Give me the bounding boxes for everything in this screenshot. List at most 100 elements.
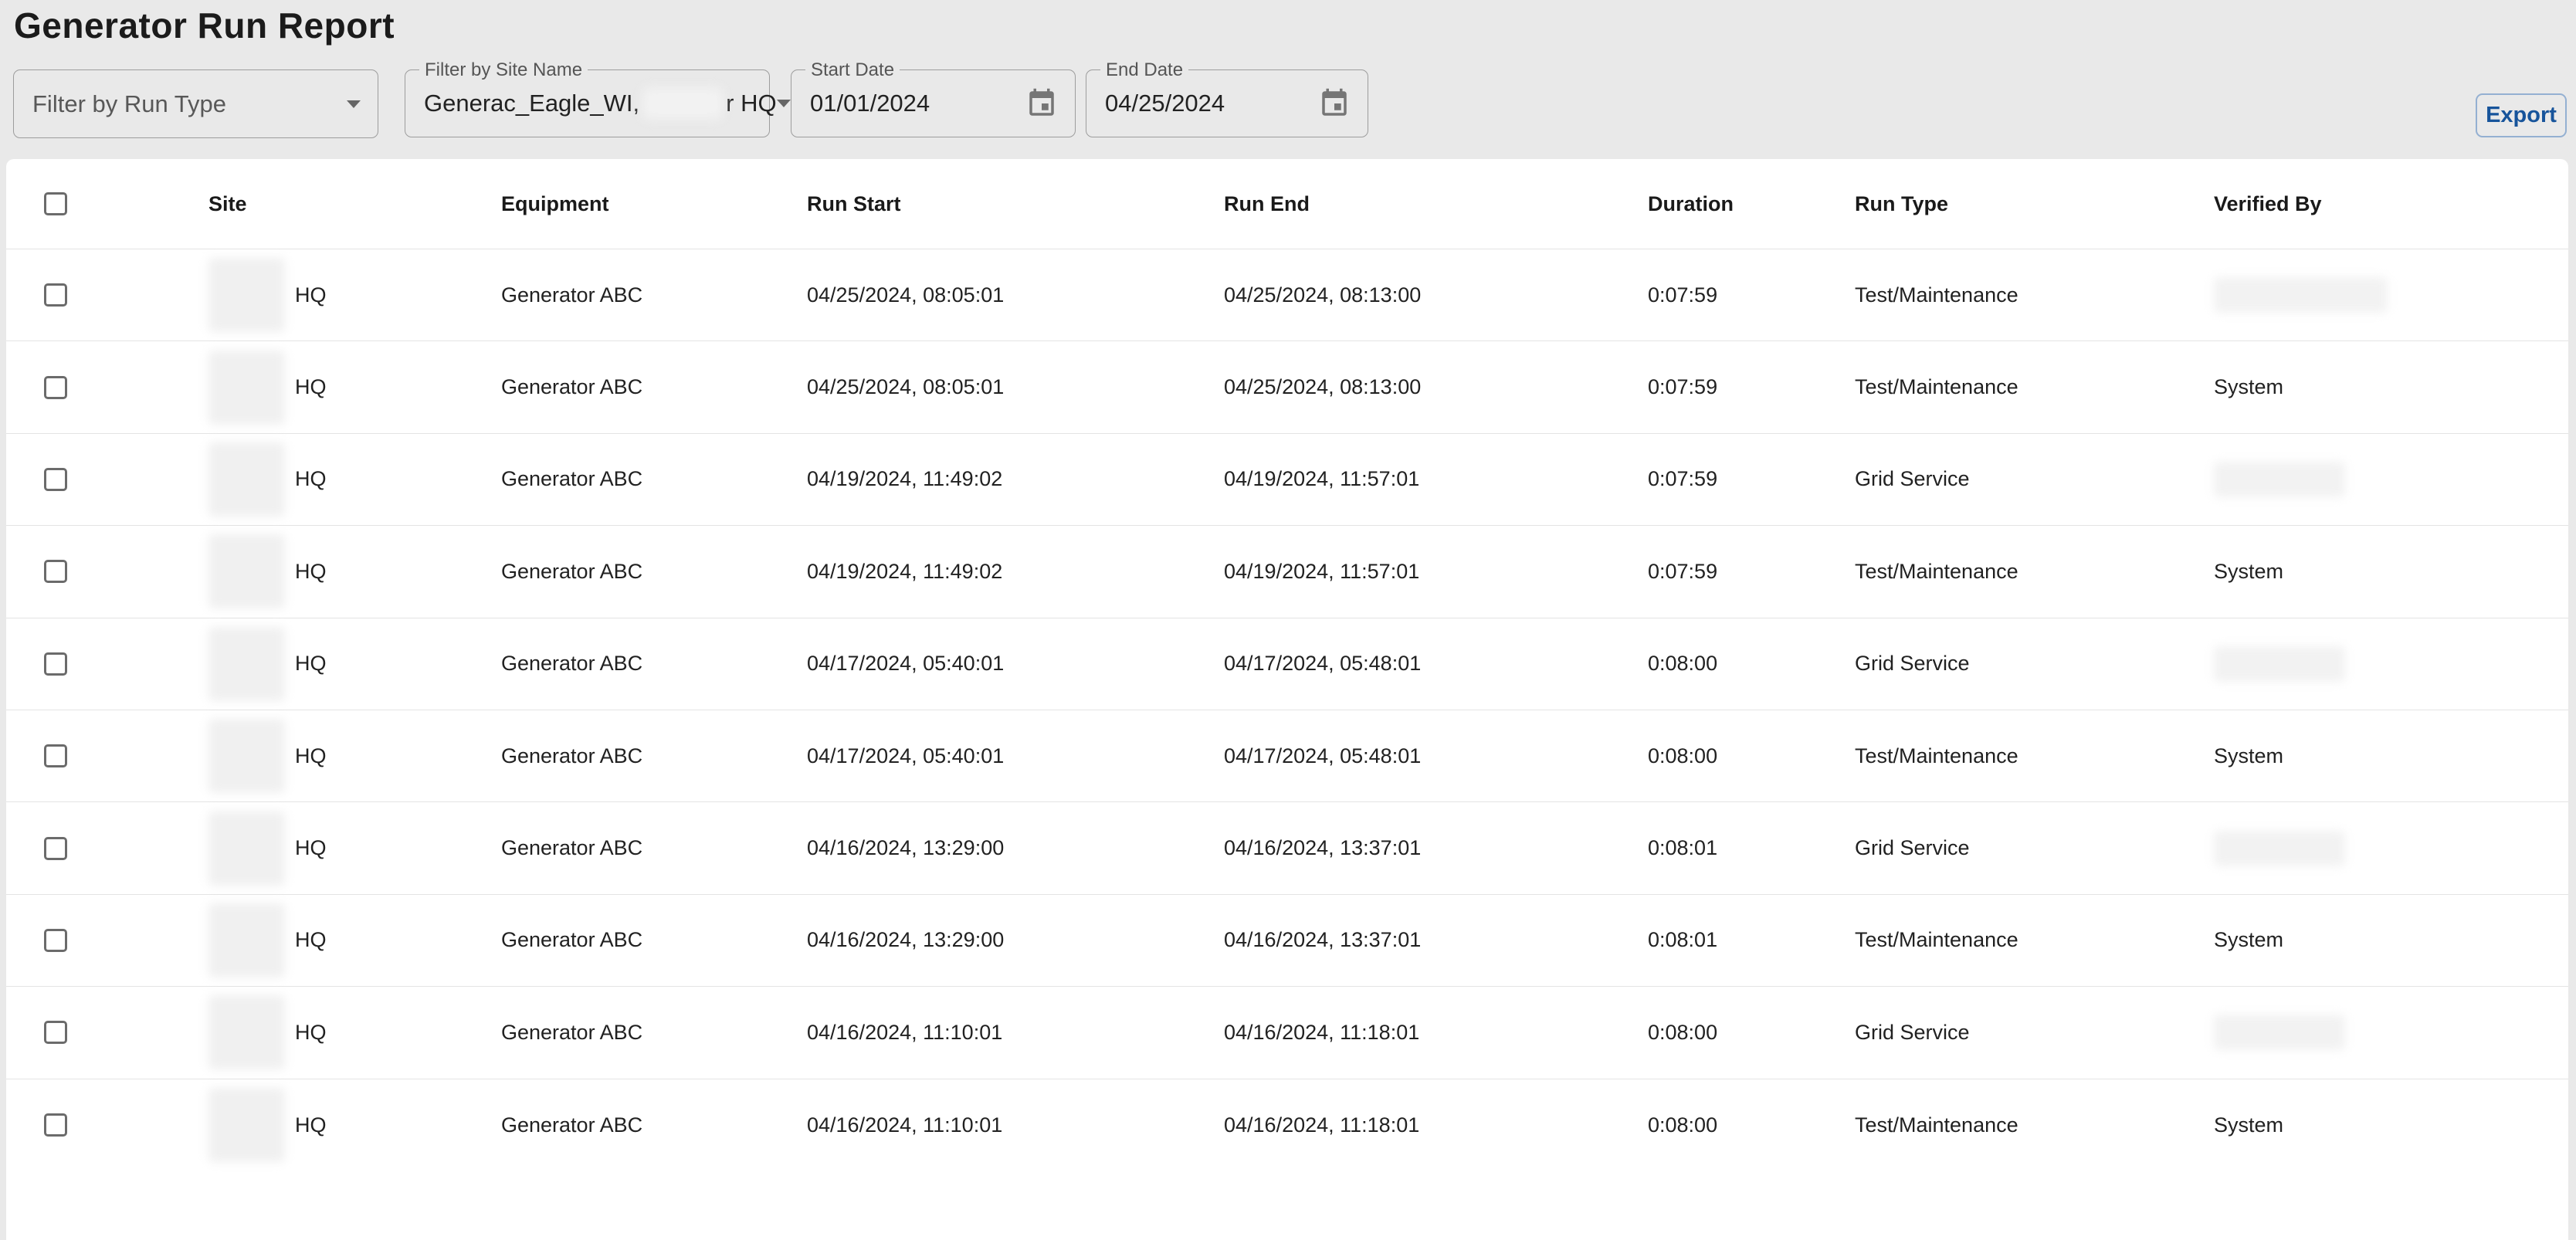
site-suffix-text: HQ bbox=[295, 283, 327, 307]
redacted-site-name bbox=[208, 903, 285, 977]
start-date-label: Start Date bbox=[805, 59, 900, 81]
run-start-cell: 04/19/2024, 11:49:02 bbox=[807, 526, 1002, 617]
table-row: HQ Generator ABC 04/17/2024, 05:40:01 04… bbox=[6, 618, 2568, 710]
row-checkbox[interactable] bbox=[44, 744, 67, 767]
row-checkbox[interactable] bbox=[44, 652, 67, 676]
site-name-prefix: Generac_Eagle_WI, bbox=[424, 90, 639, 117]
table-row: HQ Generator ABC 04/19/2024, 11:49:02 04… bbox=[6, 434, 2568, 526]
table-row: HQ Generator ABC 04/16/2024, 13:29:00 04… bbox=[6, 802, 2568, 894]
run-type-cell: Grid Service bbox=[1855, 987, 1970, 1078]
run-type-cell: Test/Maintenance bbox=[1855, 249, 2018, 340]
run-type-cell: Test/Maintenance bbox=[1855, 341, 2018, 432]
report-table: Site Equipment Run Start Run End Duratio… bbox=[6, 159, 2568, 1240]
table-body: HQ Generator ABC 04/25/2024, 08:05:01 04… bbox=[6, 249, 2568, 1171]
row-checkbox[interactable] bbox=[44, 376, 67, 399]
site-suffix-text: HQ bbox=[295, 928, 327, 952]
end-date-value: 04/25/2024 bbox=[1105, 90, 1225, 117]
site-cell: HQ bbox=[208, 895, 327, 986]
table-row: HQ Generator ABC 04/19/2024, 11:49:02 04… bbox=[6, 526, 2568, 618]
site-cell: HQ bbox=[208, 1079, 327, 1171]
equipment-cell: Generator ABC bbox=[501, 249, 642, 340]
run-start-cell: 04/25/2024, 08:05:01 bbox=[807, 341, 1004, 432]
run-end-cell: 04/25/2024, 08:13:00 bbox=[1224, 341, 1421, 432]
verified-by-cell bbox=[2214, 249, 2388, 340]
table-row: HQ Generator ABC 04/16/2024, 11:10:01 04… bbox=[6, 1079, 2568, 1171]
redacted-site-name bbox=[208, 351, 285, 425]
site-name-suffix: r HQ bbox=[726, 90, 776, 117]
table-row: HQ Generator ABC 04/25/2024, 08:05:01 04… bbox=[6, 341, 2568, 433]
run-start-cell: 04/17/2024, 05:40:01 bbox=[807, 618, 1004, 710]
column-header-run-start: Run Start bbox=[807, 159, 901, 249]
redacted-site-name bbox=[208, 627, 285, 701]
redacted-site-name bbox=[208, 719, 285, 793]
verified-by-text: System bbox=[2214, 375, 2283, 399]
site-suffix-text: HQ bbox=[295, 744, 327, 768]
row-checkbox[interactable] bbox=[44, 929, 67, 952]
duration-cell: 0:07:59 bbox=[1648, 341, 1717, 432]
equipment-cell: Generator ABC bbox=[501, 802, 642, 893]
row-checkbox[interactable] bbox=[44, 837, 67, 860]
site-cell: HQ bbox=[208, 987, 327, 1078]
redacted-verified-by-name bbox=[2214, 462, 2345, 497]
site-suffix-text: HQ bbox=[295, 1113, 327, 1137]
redacted-verified-by-name bbox=[2214, 1015, 2345, 1050]
duration-cell: 0:08:01 bbox=[1648, 895, 1717, 986]
table-row: HQ Generator ABC 04/25/2024, 08:05:01 04… bbox=[6, 249, 2568, 341]
equipment-cell: Generator ABC bbox=[501, 434, 642, 525]
row-checkbox[interactable] bbox=[44, 1113, 67, 1137]
duration-cell: 0:08:00 bbox=[1648, 987, 1717, 1078]
site-cell: HQ bbox=[208, 526, 327, 617]
run-type-cell: Test/Maintenance bbox=[1855, 1079, 2018, 1171]
site-cell: HQ bbox=[208, 341, 327, 432]
run-start-cell: 04/19/2024, 11:49:02 bbox=[807, 434, 1002, 525]
site-name-filter-select[interactable]: Filter by Site Name Generac_Eagle_WI,r H… bbox=[405, 69, 770, 137]
verified-by-cell bbox=[2214, 618, 2345, 710]
calendar-icon[interactable] bbox=[1318, 87, 1351, 120]
column-header-site: Site bbox=[208, 159, 247, 249]
run-type-cell: Test/Maintenance bbox=[1855, 895, 2018, 986]
run-type-placeholder: Filter by Run Type bbox=[32, 90, 226, 118]
verified-by-cell: System bbox=[2214, 710, 2283, 801]
duration-cell: 0:08:00 bbox=[1648, 1079, 1717, 1171]
verified-by-cell: System bbox=[2214, 341, 2283, 432]
site-suffix-text: HQ bbox=[295, 375, 327, 399]
row-checkbox[interactable] bbox=[44, 560, 67, 583]
verified-by-text: System bbox=[2214, 560, 2283, 584]
verified-by-cell bbox=[2214, 802, 2345, 893]
site-cell: HQ bbox=[208, 710, 327, 801]
redacted-verified-by-name bbox=[2214, 277, 2388, 313]
row-checkbox[interactable] bbox=[44, 468, 67, 491]
run-end-cell: 04/19/2024, 11:57:01 bbox=[1224, 526, 1419, 617]
column-header-equipment: Equipment bbox=[501, 159, 609, 249]
site-suffix-text: HQ bbox=[295, 836, 327, 860]
run-type-cell: Grid Service bbox=[1855, 618, 1970, 710]
verified-by-cell bbox=[2214, 987, 2345, 1078]
duration-cell: 0:07:59 bbox=[1648, 526, 1717, 617]
row-checkbox[interactable] bbox=[44, 1021, 67, 1044]
export-button[interactable]: Export bbox=[2476, 93, 2567, 137]
end-date-field[interactable]: End Date 04/25/2024 bbox=[1086, 69, 1368, 137]
run-start-cell: 04/16/2024, 11:10:01 bbox=[807, 987, 1002, 1078]
run-end-cell: 04/16/2024, 13:37:01 bbox=[1224, 895, 1421, 986]
redacted-verified-by-name bbox=[2214, 831, 2345, 866]
calendar-icon[interactable] bbox=[1025, 87, 1058, 120]
table-row: HQ Generator ABC 04/17/2024, 05:40:01 04… bbox=[6, 710, 2568, 802]
start-date-field[interactable]: Start Date 01/01/2024 bbox=[791, 69, 1076, 137]
run-type-cell: Grid Service bbox=[1855, 434, 1970, 525]
table-header-row: Site Equipment Run Start Run End Duratio… bbox=[6, 159, 2568, 249]
duration-cell: 0:08:01 bbox=[1648, 802, 1717, 893]
site-name-filter-label: Filter by Site Name bbox=[419, 59, 588, 81]
equipment-cell: Generator ABC bbox=[501, 341, 642, 432]
run-type-cell: Test/Maintenance bbox=[1855, 710, 2018, 801]
site-cell: HQ bbox=[208, 434, 327, 525]
end-date-label: End Date bbox=[1100, 59, 1188, 81]
run-type-filter-select[interactable]: Filter by Run Type bbox=[13, 69, 378, 138]
run-start-cell: 04/17/2024, 05:40:01 bbox=[807, 710, 1004, 801]
redacted-verified-by-name bbox=[2214, 646, 2345, 682]
row-checkbox[interactable] bbox=[44, 283, 67, 307]
column-header-verified-by: Verified By bbox=[2214, 159, 2322, 249]
run-end-cell: 04/16/2024, 13:37:01 bbox=[1224, 802, 1421, 893]
redacted-site-name bbox=[208, 534, 285, 608]
site-suffix-text: HQ bbox=[295, 467, 327, 491]
select-all-checkbox[interactable] bbox=[44, 192, 67, 215]
